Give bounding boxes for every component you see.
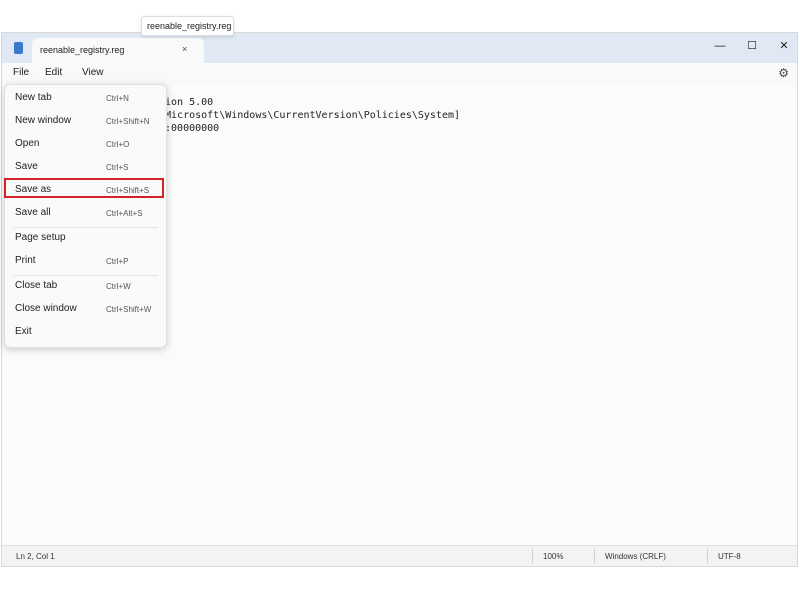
menu-item-close-window[interactable]: Close window Ctrl+Shift+W [5, 299, 166, 321]
menu-item-print[interactable]: Print Ctrl+P [5, 251, 166, 273]
menu-edit[interactable]: Edit [45, 67, 62, 78]
menu-item-shortcut: Ctrl+P [106, 257, 129, 266]
menu-item-close-tab[interactable]: Close tab Ctrl+W [5, 276, 166, 298]
gear-icon[interactable]: ⚙ [778, 66, 789, 80]
tab-reenable-registry[interactable]: reenable_registry.reg × [32, 38, 204, 63]
menu-item-shortcut: Ctrl+S [106, 163, 129, 172]
menu-item-save[interactable]: Save Ctrl+S [5, 157, 166, 179]
menu-item-shortcut: Ctrl+W [106, 282, 131, 291]
minimize-button[interactable]: — [710, 37, 730, 55]
menu-item-new-tab[interactable]: New tab Ctrl+N [5, 88, 166, 110]
menu-item-open[interactable]: Open Ctrl+O [5, 134, 166, 156]
tooltip-text: reenable_registry.reg [147, 21, 232, 31]
editor-line-2: \Microsoft\Windows\CurrentVersion\Polici… [159, 110, 461, 121]
menu-view[interactable]: View [82, 67, 104, 78]
menu-item-label: Close window [15, 303, 77, 314]
menu-item-save-all[interactable]: Save all Ctrl+Alt+S [5, 203, 166, 225]
title-bar: reenable_registry.reg × — ☐ ✕ [2, 33, 797, 63]
maximize-button[interactable]: ☐ [742, 37, 762, 55]
close-window-button[interactable]: ✕ [774, 37, 794, 55]
menu-item-shortcut: Ctrl+Shift+W [106, 305, 152, 314]
menu-item-label: Save all [15, 207, 51, 218]
menu-bar: File Edit View ⚙ [2, 63, 797, 85]
status-bar: Ln 2, Col 1 100% Windows (CRLF) UTF-8 [2, 545, 797, 566]
tab-close-icon[interactable]: × [182, 44, 187, 54]
menu-item-label: Exit [15, 326, 32, 337]
menu-item-shortcut: Ctrl+Shift+N [106, 117, 150, 126]
notepad-app-icon [14, 42, 23, 54]
menu-item-label: Print [15, 255, 36, 266]
status-divider [594, 549, 595, 563]
menu-item-new-window[interactable]: New window Ctrl+Shift+N [5, 111, 166, 133]
menu-item-label: Save as [15, 184, 52, 195]
encoding[interactable]: UTF-8 [718, 552, 741, 561]
tab-label: reenable_registry.reg [40, 45, 125, 55]
menu-item-page-setup[interactable]: Page setup [5, 228, 166, 250]
cursor-position: Ln 2, Col 1 [16, 552, 55, 561]
zoom-level[interactable]: 100% [543, 552, 563, 561]
editor-line-3: d:00000000 [159, 123, 220, 134]
menu-item-shortcut: Ctrl+O [106, 140, 130, 149]
menu-item-exit[interactable]: Exit [5, 322, 166, 344]
line-ending[interactable]: Windows (CRLF) [605, 552, 666, 561]
menu-item-shortcut: Ctrl+N [106, 94, 129, 103]
status-divider [532, 549, 533, 563]
editor-line-1: sion 5.00 [159, 97, 214, 108]
menu-item-label: Page setup [15, 232, 66, 243]
menu-file[interactable]: File [13, 67, 29, 78]
menu-item-shortcut: Ctrl+Alt+S [106, 209, 143, 218]
menu-item-label: New tab [15, 92, 52, 103]
menu-item-save-as[interactable]: Save as Ctrl+Shift+S [4, 178, 166, 202]
menu-item-label: Open [15, 138, 40, 149]
status-divider [707, 549, 708, 563]
tab-tooltip: reenable_registry.reg [141, 16, 234, 36]
file-menu-dropdown: New tab Ctrl+N New window Ctrl+Shift+N O… [4, 84, 167, 348]
menu-item-label: New window [15, 115, 72, 126]
menu-item-label: Save [15, 161, 38, 172]
menu-item-label: Close tab [15, 280, 58, 291]
menu-item-shortcut: Ctrl+Shift+S [106, 186, 150, 195]
